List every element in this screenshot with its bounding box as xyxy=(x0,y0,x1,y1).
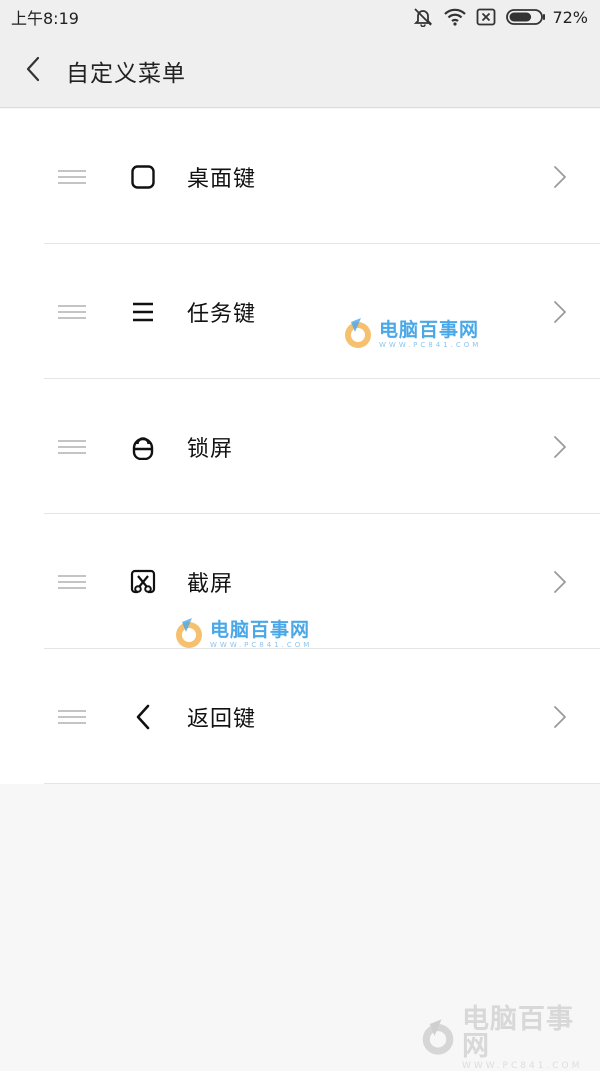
menu-item-back-key[interactable]: 返回键 xyxy=(0,649,600,784)
chevron-right-icon xyxy=(552,300,568,324)
battery-percent: 72% xyxy=(552,7,588,27)
mute-bell-icon xyxy=(412,7,434,27)
back-button[interactable] xyxy=(0,34,66,108)
watermark-text: 电脑百事网 xyxy=(462,1004,574,1062)
page-title: 自定义菜单 xyxy=(66,60,186,87)
menu-item-label: 桌面键 xyxy=(187,166,257,192)
drag-handle-icon[interactable] xyxy=(57,304,87,320)
menu-lines-icon xyxy=(128,297,158,327)
square-icon xyxy=(128,162,158,192)
menu-item-screenshot[interactable]: 截屏 xyxy=(0,514,600,649)
back-chevron-icon xyxy=(128,702,158,732)
chevron-right-icon xyxy=(552,570,568,594)
status-icons: 72% xyxy=(412,7,588,27)
menu-item-home-key[interactable]: 桌面键 xyxy=(0,109,600,244)
menu-item-label: 锁屏 xyxy=(187,436,234,462)
drag-handle-icon[interactable] xyxy=(57,169,87,185)
drag-handle-icon[interactable] xyxy=(57,709,87,725)
watermark: 电脑百事网 WWW.PC841.COM xyxy=(418,1006,600,1071)
battery-status: 72% xyxy=(506,8,588,27)
watermark-logo-icon xyxy=(418,1017,458,1061)
title-bar: 自定义菜单 xyxy=(0,34,600,108)
drag-handle-icon[interactable] xyxy=(57,439,87,455)
lock-icon xyxy=(128,432,158,462)
wifi-icon xyxy=(444,8,467,26)
chevron-right-icon xyxy=(552,705,568,729)
menu-item-label: 任务键 xyxy=(187,301,257,327)
menu-list: 桌面键 任务键 锁屏 截屏 返回键 xyxy=(0,109,600,784)
screenshot-scissors-icon xyxy=(128,567,158,597)
status-time: 上午8:19 xyxy=(11,9,79,28)
drag-handle-icon[interactable] xyxy=(57,574,87,590)
chevron-right-icon xyxy=(552,435,568,459)
battery-icon xyxy=(506,8,546,26)
chevron-right-icon xyxy=(552,165,568,189)
no-sim-icon xyxy=(476,8,496,26)
menu-item-lock-screen[interactable]: 锁屏 xyxy=(0,379,600,514)
back-arrow-icon xyxy=(25,56,41,86)
menu-item-label: 返回键 xyxy=(187,706,257,732)
menu-item-task-key[interactable]: 任务键 xyxy=(0,244,600,379)
menu-item-label: 截屏 xyxy=(187,571,234,597)
status-bar: 上午8:19 72% xyxy=(0,0,600,34)
